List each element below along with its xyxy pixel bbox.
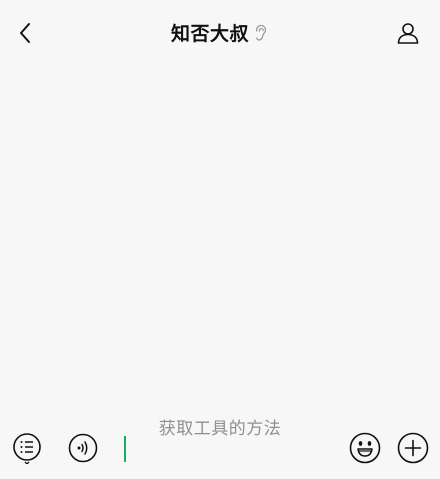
- profile-button[interactable]: [394, 19, 422, 47]
- list-icon: [13, 433, 41, 464]
- emoji-button[interactable]: [349, 432, 381, 464]
- person-icon: [397, 23, 419, 44]
- message-list[interactable]: [0, 66, 440, 406]
- ear-icon: [253, 24, 269, 42]
- more-button[interactable]: [397, 432, 429, 464]
- menu-button[interactable]: [11, 432, 43, 464]
- chat-title: 知否大叔: [170, 23, 249, 45]
- title-group: 知否大叔: [0, 19, 440, 46]
- message-input[interactable]: [118, 432, 336, 464]
- voice-icon: [68, 433, 98, 463]
- smiley-icon: [349, 432, 381, 464]
- voice-button[interactable]: [67, 432, 99, 464]
- chat-screen: 知否大叔 获取工具的方法: [0, 0, 440, 479]
- chat-header: 知否大叔: [0, 0, 440, 66]
- text-caret: [124, 436, 126, 462]
- plus-icon: [397, 432, 429, 464]
